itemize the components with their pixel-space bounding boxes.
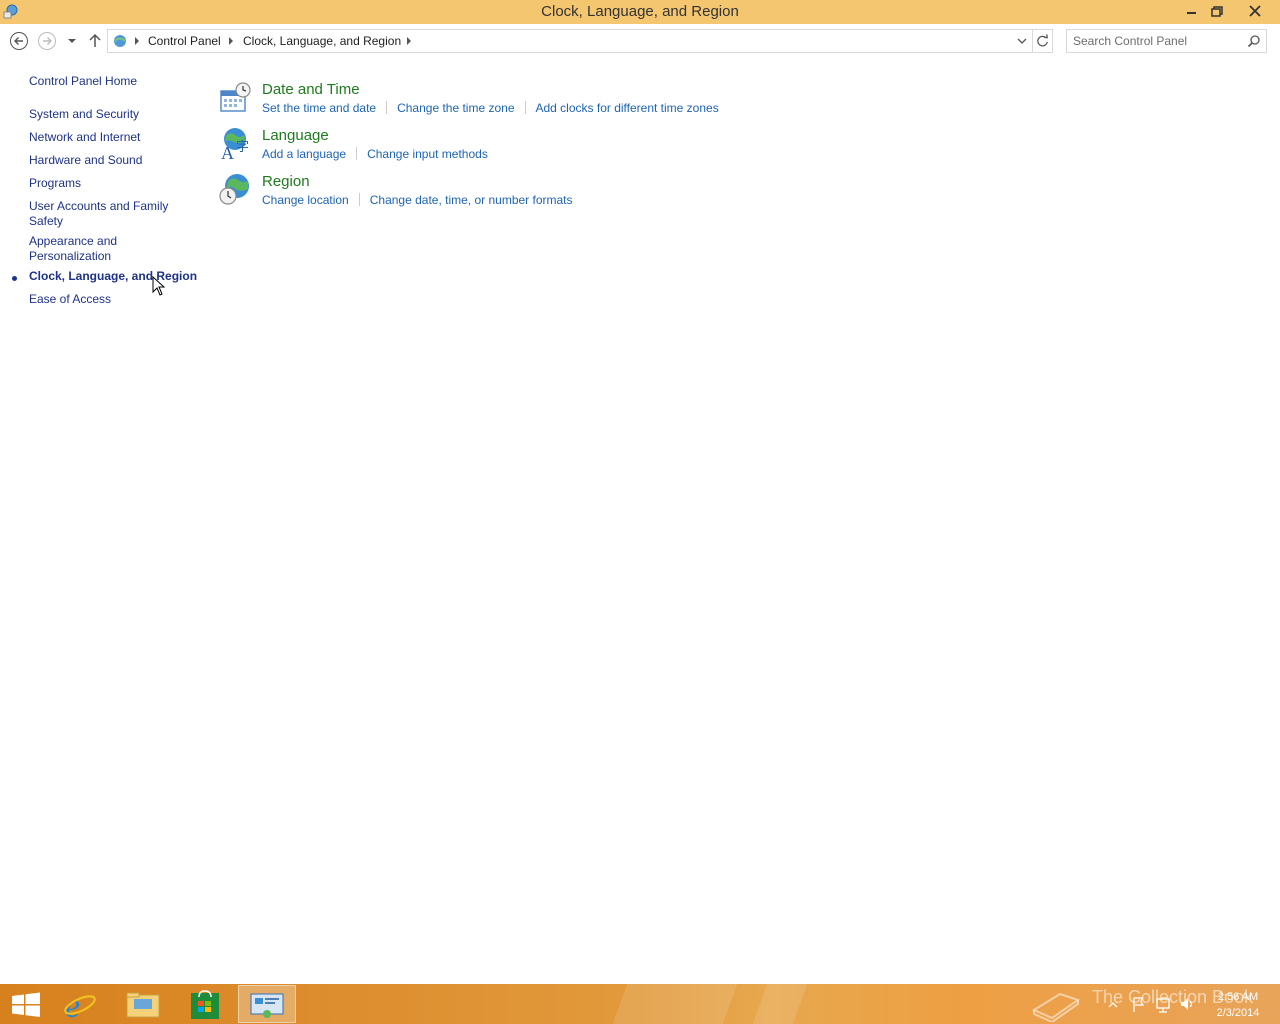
restore-button[interactable] — [1201, 0, 1235, 22]
sidebar-item-user-accounts[interactable]: User Accounts and Family Safety — [29, 199, 179, 229]
breadcrumb-chevron-icon[interactable] — [133, 36, 141, 46]
back-button[interactable] — [9, 31, 29, 51]
control-panel-home-link[interactable]: Control Panel Home — [29, 74, 189, 89]
address-bar[interactable]: Control Panel Clock, Language, and Regio… — [107, 29, 1053, 53]
sidebar-item-hardware-and-sound[interactable]: Hardware and Sound — [29, 153, 189, 168]
recent-locations-chevron-down-icon[interactable] — [64, 31, 80, 51]
add-clocks-link[interactable]: Add clocks for different time zones — [536, 101, 719, 115]
control-panel-location-icon — [114, 35, 126, 47]
mouse-cursor-icon — [152, 276, 166, 296]
svg-text:字: 字 — [236, 140, 249, 155]
system-clock[interactable]: 2:56 AM 2/3/2014 — [1206, 989, 1270, 1021]
taskbar-store[interactable] — [176, 985, 234, 1023]
active-item-bullet — [12, 276, 17, 281]
search-icon[interactable] — [1247, 34, 1261, 48]
change-formats-link[interactable]: Change date, time, or number formats — [370, 193, 573, 207]
date-and-time-title-link[interactable]: Date and Time — [262, 81, 360, 98]
forward-button[interactable] — [37, 31, 57, 51]
change-location-link[interactable]: Change location — [262, 193, 349, 207]
date-and-time-links: Set the time and date Change the time zon… — [262, 101, 719, 115]
taskbar-internet-explorer[interactable]: e — [52, 985, 110, 1024]
section-region: Region Change location Change date, time,… — [218, 173, 918, 217]
address-dropdown-chevron-down-icon[interactable] — [1013, 30, 1031, 52]
search-box[interactable] — [1066, 29, 1267, 53]
network-icon[interactable] — [1154, 992, 1172, 1016]
title-bar: Clock, Language, and Region — [0, 0, 1280, 24]
add-a-language-link[interactable]: Add a language — [262, 147, 346, 161]
clock-time: 2:56 AM — [1217, 991, 1259, 1003]
change-time-zone-link[interactable]: Change the time zone — [397, 101, 514, 115]
link-divider — [386, 101, 388, 114]
start-button[interactable] — [0, 985, 58, 1023]
sidebar-item-programs[interactable]: Programs — [29, 176, 189, 191]
taskbar-control-panel[interactable] — [238, 985, 296, 1023]
sidebar-item-network-and-internet[interactable]: Network and Internet — [29, 130, 189, 145]
svg-text:A: A — [221, 143, 234, 161]
link-divider — [524, 101, 526, 114]
navigation-bar: Control Panel Clock, Language, and Regio… — [0, 24, 1280, 58]
section-date-and-time: Date and Time Set the time and date Chang… — [218, 81, 918, 125]
region-links: Change location Change date, time, or num… — [262, 193, 573, 207]
breadcrumb-control-panel[interactable]: Control Panel — [148, 34, 221, 48]
close-button[interactable] — [1238, 0, 1272, 22]
sidebar-item-system-and-security[interactable]: System and Security — [29, 107, 189, 122]
section-language: A 字 Language Add a language Change input … — [218, 127, 918, 171]
restore-icon — [1211, 6, 1223, 17]
globe-clock-icon[interactable] — [218, 173, 252, 207]
store-icon — [191, 990, 219, 1019]
language-title-link[interactable]: Language — [262, 127, 329, 144]
taskbar-file-explorer[interactable] — [114, 985, 172, 1023]
action-center-flag-icon[interactable] — [1130, 992, 1146, 1016]
taskbar-decoration — [752, 984, 808, 1024]
calendar-clock-icon[interactable] — [218, 81, 252, 115]
breadcrumb-clock-language-region[interactable]: Clock, Language, and Region — [243, 34, 401, 48]
breadcrumb-chevron-icon[interactable] — [405, 36, 413, 46]
refresh-icon[interactable] — [1032, 30, 1052, 52]
set-time-and-date-link[interactable]: Set the time and date — [262, 101, 376, 115]
taskbar: e — [0, 984, 1280, 1024]
change-input-methods-link[interactable]: Change input methods — [367, 147, 488, 161]
breadcrumb-chevron-icon[interactable] — [227, 36, 235, 46]
region-title-link[interactable]: Region — [262, 173, 310, 190]
folder-icon — [126, 992, 160, 1018]
sidebar-item-appearance[interactable]: Appearance and Personalization — [29, 234, 139, 264]
window-title: Clock, Language, and Region — [541, 3, 739, 20]
language-globe-icon[interactable]: A 字 — [218, 127, 252, 161]
control-panel-icon — [250, 993, 284, 1018]
search-input[interactable] — [1073, 33, 1243, 49]
link-divider — [358, 193, 360, 206]
show-hidden-icons-chevron-up-icon[interactable] — [1106, 992, 1120, 1016]
internet-explorer-icon: e — [64, 988, 96, 1024]
sidebar-item-clock-language-region[interactable]: Clock, Language, and Region — [29, 269, 199, 284]
watermark-book-icon — [1031, 992, 1081, 1022]
link-divider — [356, 147, 358, 160]
taskbar-decoration — [612, 984, 738, 1024]
windows-logo-icon — [12, 992, 40, 1017]
language-links: Add a language Change input methods — [262, 147, 488, 161]
close-icon — [1249, 5, 1261, 17]
clock-date: 2/3/2014 — [1216, 1007, 1260, 1019]
volume-icon[interactable] — [1178, 992, 1196, 1016]
up-arrow-icon[interactable] — [85, 31, 105, 51]
